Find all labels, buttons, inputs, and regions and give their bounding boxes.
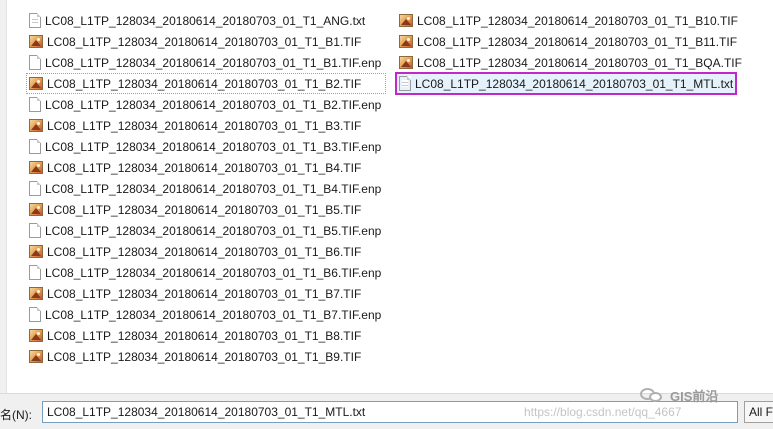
file-name: LC08_L1TP_128034_20180614_20180703_01_T1… — [45, 265, 382, 280]
file-item[interactable]: LC08_L1TP_128034_20180614_20180703_01_T1… — [26, 199, 386, 220]
file-name: LC08_L1TP_128034_20180614_20180703_01_T1… — [45, 55, 382, 70]
blank-file-icon — [29, 97, 41, 112]
file-name: LC08_L1TP_128034_20180614_20180703_01_T1… — [47, 76, 362, 91]
file-name: LC08_L1TP_128034_20180614_20180703_01_T1… — [45, 307, 382, 322]
file-name: LC08_L1TP_128034_20180614_20180703_01_T1… — [417, 55, 742, 70]
file-name: LC08_L1TP_128034_20180614_20180703_01_T1… — [47, 118, 362, 133]
file-item[interactable]: LC08_L1TP_128034_20180614_20180703_01_T1… — [396, 52, 747, 73]
file-name: LC08_L1TP_128034_20180614_20180703_01_T1… — [47, 160, 362, 175]
file-item[interactable]: LC08_L1TP_128034_20180614_20180703_01_T1… — [26, 346, 386, 367]
image-file-icon — [29, 203, 43, 216]
image-file-icon — [29, 77, 43, 90]
file-item[interactable]: LC08_L1TP_128034_20180614_20180703_01_T1… — [26, 283, 386, 304]
nav-pane-scrollbar[interactable] — [0, 0, 7, 393]
file-item[interactable]: LC08_L1TP_128034_20180614_20180703_01_T1… — [26, 325, 386, 346]
file-item[interactable]: LC08_L1TP_128034_20180614_20180703_01_T1… — [26, 136, 386, 157]
file-column-2: LC08_L1TP_128034_20180614_20180703_01_T1… — [395, 10, 747, 95]
file-name: LC08_L1TP_128034_20180614_20180703_01_T1… — [417, 34, 738, 49]
file-column-1: LC08_L1TP_128034_20180614_20180703_01_T1… — [26, 10, 387, 367]
watermark-brand: GIS前沿 — [670, 388, 719, 404]
image-file-icon — [399, 56, 413, 69]
file-item[interactable]: LC08_L1TP_128034_20180614_20180703_01_T1… — [26, 52, 386, 73]
blank-file-icon — [29, 307, 41, 322]
file-type-filter-select[interactable]: All F — [744, 401, 773, 423]
file-item[interactable]: LC08_L1TP_128034_20180614_20180703_01_T1… — [26, 157, 386, 178]
image-file-icon — [29, 329, 43, 342]
text-file-icon — [29, 13, 41, 28]
file-item[interactable]: LC08_L1TP_128034_20180614_20180703_01_T1… — [26, 94, 386, 115]
file-name: LC08_L1TP_128034_20180614_20180703_01_T1… — [45, 97, 382, 112]
blank-file-icon — [29, 55, 41, 70]
file-item[interactable]: LC08_L1TP_128034_20180614_20180703_01_T1… — [26, 73, 387, 94]
wechat-icon — [640, 386, 666, 404]
file-item[interactable]: LC08_L1TP_128034_20180614_20180703_01_T1… — [26, 31, 386, 52]
image-file-icon — [29, 161, 43, 174]
filename-label: 名(N): — [0, 408, 32, 422]
image-file-icon — [29, 287, 43, 300]
file-name: LC08_L1TP_128034_20180614_20180703_01_T1… — [47, 202, 362, 217]
file-name: LC08_L1TP_128034_20180614_20180703_01_T1… — [47, 34, 362, 49]
file-item[interactable]: LC08_L1TP_128034_20180614_20180703_01_T1… — [395, 72, 737, 95]
image-file-icon — [29, 245, 43, 258]
file-name: LC08_L1TP_128034_20180614_20180703_01_T1… — [415, 76, 734, 91]
watermark-url: https://blog.csdn.net/qq_4667 — [524, 405, 682, 419]
file-item[interactable]: LC08_L1TP_128034_20180614_20180703_01_T1… — [26, 241, 386, 262]
file-name: LC08_L1TP_128034_20180614_20180703_01_T1… — [45, 223, 382, 238]
file-name: LC08_L1TP_128034_20180614_20180703_01_T1… — [45, 181, 382, 196]
image-file-icon — [399, 14, 413, 27]
image-file-icon — [29, 35, 43, 48]
blank-file-icon — [29, 265, 41, 280]
wechat-watermark: GIS前沿 — [640, 384, 718, 406]
file-item[interactable]: LC08_L1TP_128034_20180614_20180703_01_T1… — [396, 31, 747, 52]
file-name: LC08_L1TP_128034_20180614_20180703_01_T1… — [45, 139, 382, 154]
file-name: LC08_L1TP_128034_20180614_20180703_01_T1… — [47, 349, 362, 364]
text-file-icon — [399, 76, 411, 91]
file-name: LC08_L1TP_128034_20180614_20180703_01_T1… — [47, 286, 362, 301]
file-name: LC08_L1TP_128034_20180614_20180703_01_T1… — [47, 328, 362, 343]
file-item[interactable]: LC08_L1TP_128034_20180614_20180703_01_T1… — [396, 10, 747, 31]
blank-file-icon — [29, 223, 41, 238]
file-item[interactable]: LC08_L1TP_128034_20180614_20180703_01_T1… — [26, 220, 386, 241]
image-file-icon — [399, 35, 413, 48]
file-name: LC08_L1TP_128034_20180614_20180703_01_T1… — [47, 244, 362, 259]
image-file-icon — [29, 350, 43, 363]
blank-file-icon — [29, 181, 41, 196]
file-name: LC08_L1TP_128034_20180614_20180703_01_T1… — [417, 13, 738, 28]
file-item[interactable]: LC08_L1TP_128034_20180614_20180703_01_T1… — [26, 262, 386, 283]
file-list-pane[interactable]: LC08_L1TP_128034_20180614_20180703_01_T1… — [0, 0, 773, 393]
file-item[interactable]: LC08_L1TP_128034_20180614_20180703_01_T1… — [26, 178, 386, 199]
file-item[interactable]: LC08_L1TP_128034_20180614_20180703_01_T1… — [26, 304, 386, 325]
file-item[interactable]: LC08_L1TP_128034_20180614_20180703_01_T1… — [26, 10, 386, 31]
blank-file-icon — [29, 139, 41, 154]
file-item[interactable]: LC08_L1TP_128034_20180614_20180703_01_T1… — [26, 115, 386, 136]
file-name: LC08_L1TP_128034_20180614_20180703_01_T1… — [45, 13, 366, 28]
image-file-icon — [29, 119, 43, 132]
